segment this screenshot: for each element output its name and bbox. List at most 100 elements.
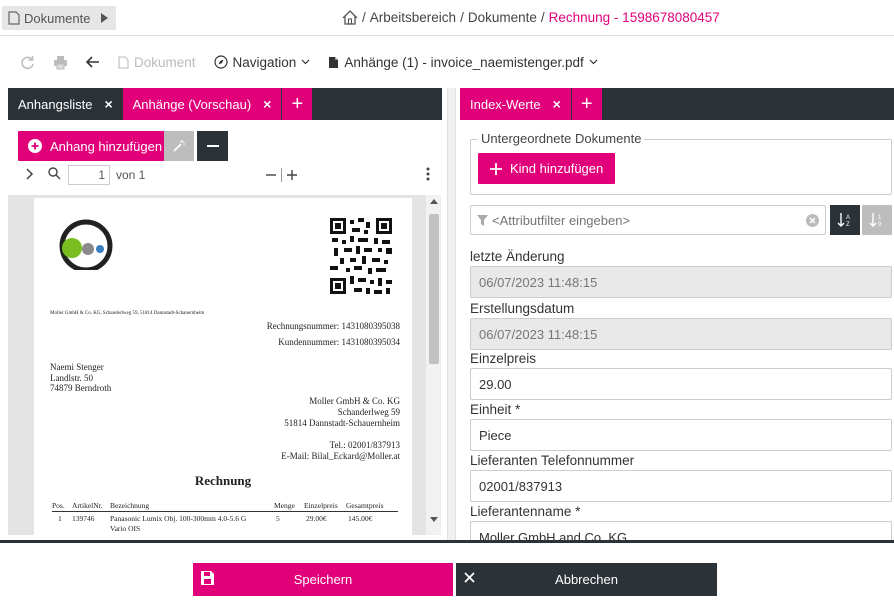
navigation-menu[interactable]: Navigation [213,54,311,70]
svg-text:1: 1 [878,215,882,221]
pdf-sender-line: Moller GmbH & Co. KG, Schanderlweg 59, 5… [50,311,205,316]
add-attachment-label: Anhang hinzufügen [50,138,163,154]
field-label-last-modified: letzte Änderung [470,249,565,264]
close-icon[interactable]: × [553,96,561,112]
add-tab-plus-icon[interactable]: + [571,88,602,120]
pdf-invoice-number: Rechnungsnummer: 1431080395038 [266,321,400,331]
search-icon[interactable] [48,167,61,180]
tab-label: Index-Werte [470,96,541,112]
back-arrow-icon[interactable] [86,56,100,68]
minus-icon [206,145,219,147]
pdf-cell-unit-price: 29.00€ [306,514,327,523]
navigation-menu-label: Navigation [232,54,297,70]
add-attachment-button[interactable]: Anhang hinzufügen [18,131,173,161]
magic-wand-icon [172,139,186,153]
refresh-icon[interactable] [20,55,35,70]
field-unit[interactable]: Piece [470,419,892,451]
field-label-supplier-phone: Lieferanten Telefonnummer [470,453,635,468]
qr-code-image [330,218,392,294]
zoom-out-icon[interactable] [265,169,277,181]
pdf-cell-total: 145.00€ [348,514,373,523]
pdf-recipient-street: Landlstr. 50 [50,372,93,383]
pdf-recipient-city: 74879 Berndroth [50,383,112,393]
zoom-divider [281,168,282,182]
document-icon [118,55,129,69]
zoom-in-icon[interactable] [286,169,298,181]
pdf-heading: Rechnung [194,473,252,488]
pdf-cell-quantity: 5 [276,514,280,523]
sidebar-toggle-chevron-icon[interactable] [26,168,34,180]
breadcrumb-separator: / [540,10,545,25]
field-created: 06/07/2023 11:48:15 [470,318,892,350]
save-button[interactable]: Speichern [193,563,453,596]
home-icon[interactable] [342,10,358,25]
page-number-input[interactable] [68,165,110,185]
add-tab-plus-icon[interactable]: + [282,88,313,120]
add-child-button[interactable]: Kind hinzufügen [478,153,616,184]
attachments-menu[interactable]: Anhänge (1) - invoice_naemistenger.pdf [328,55,598,70]
pdf-cell-description-cont: Vario OIS [110,524,141,533]
pdf-company-phone: Tel.: 02001/837913 [329,440,400,450]
documents-dropdown-button[interactable]: Dokumente [2,6,117,30]
file-icon [328,56,339,69]
pdf-scrollbar-thumb[interactable] [429,214,439,364]
attribute-filter[interactable] [470,205,826,235]
sort-ascending-button[interactable]: AZ [830,205,860,235]
sort-descending-button[interactable]: 19 [862,205,892,235]
breadcrumb: / Arbeitsbereich / Dokumente / Rechnung … [342,10,720,25]
chevron-down-icon [301,59,310,65]
pdf-company-email: E-Mail: Bilal_Eckard@Moller.at [281,451,400,461]
svg-text:A: A [846,215,850,221]
panel-resize-handle[interactable] [447,88,456,540]
pdf-viewer[interactable]: Moller GmbH & Co. KG, Schanderlweg 59, 5… [8,195,434,535]
close-icon[interactable]: × [263,96,271,112]
scroll-up-arrow-icon[interactable] [430,199,438,204]
tab-attachment-list[interactable]: Anhangsliste × [8,88,123,120]
document-button-label: Dokument [134,54,196,70]
field-label-supplier-name: Lieferantenname * [470,504,581,519]
field-supplier-name[interactable]: Moller GmbH and Co. KG [470,521,892,540]
pdf-table-row: 1 139746 Panasonic Lumix Obj. 100-300mm … [52,514,398,524]
field-last-modified: 06/07/2023 11:48:15 [470,266,892,298]
print-icon[interactable] [53,55,68,70]
tab-index-values[interactable]: Index-Werte × [460,88,571,120]
breadcrumb-separator: / [362,10,366,25]
breadcrumb-current: Rechnung - 1598678080457 [548,10,720,25]
breadcrumb-item-documents[interactable]: Dokumente [468,10,537,25]
svg-text:Z: Z [846,222,850,228]
pdf-col-quantity: Menge [274,501,295,510]
plus-icon [490,162,502,175]
pdf-recipient-address: Naemi Stenger Landlstr. 50 74879 Berndro… [50,362,111,394]
scroll-down-arrow-icon[interactable] [430,517,438,522]
save-button-label: Speichern [293,572,353,587]
magic-wand-button[interactable] [164,131,194,161]
field-supplier-phone[interactable]: 02001/837913 [470,470,892,502]
field-label-unit: Einheit * [470,402,521,417]
index-values-tabbar: Index-Werte × + [460,88,894,120]
breadcrumb-item-workspace[interactable]: Arbeitsbereich [370,10,456,25]
svg-text:9: 9 [878,222,882,228]
close-icon[interactable]: × [104,96,112,112]
zoom-controls [265,168,298,182]
pdf-line-items-table: Pos. ArtikelNr. Bezeichnung Menge Einzel… [52,501,398,534]
pdf-col-description: Bezeichnung [110,501,150,510]
pdf-company-city: 51814 Dannstadt-Schauernheim [284,418,400,428]
pdf-col-article: ArtikelNr. [72,501,103,510]
collapse-minus-button[interactable] [197,131,228,161]
more-options-icon[interactable] [426,167,430,181]
clear-filter-icon[interactable] [806,213,819,227]
field-unit-price[interactable]: 29.00 [470,368,892,400]
document-button[interactable]: Dokument [118,55,196,70]
pdf-company-address: Moller GmbH & Co. KG Schanderlweg 59 518… [284,396,400,429]
pdf-company-street: Schanderlweg 59 [337,407,400,417]
tab-attachment-preview[interactable]: Anhänge (Vorschau) × [122,88,282,120]
cancel-button[interactable]: Abbrechen [456,563,717,596]
pdf-company-contact: Tel.: 02001/837913 E-Mail: Bilal_Eckard@… [281,440,400,462]
close-icon [464,572,475,583]
subdocuments-legend: Untergeordnete Dokumente [478,131,645,146]
attachments-tabbar: Anhangsliste × Anhänge (Vorschau) × + [8,88,442,120]
index-values-panel: Index-Werte × + Untergeordnete Dokumente… [460,88,894,540]
pdf-col-total: Gesamtpreis [346,501,384,510]
pdf-cell-description: Panasonic Lumix Obj. 100-300mm 4.0-5.6 G [110,514,247,523]
attribute-filter-input[interactable] [492,212,802,228]
